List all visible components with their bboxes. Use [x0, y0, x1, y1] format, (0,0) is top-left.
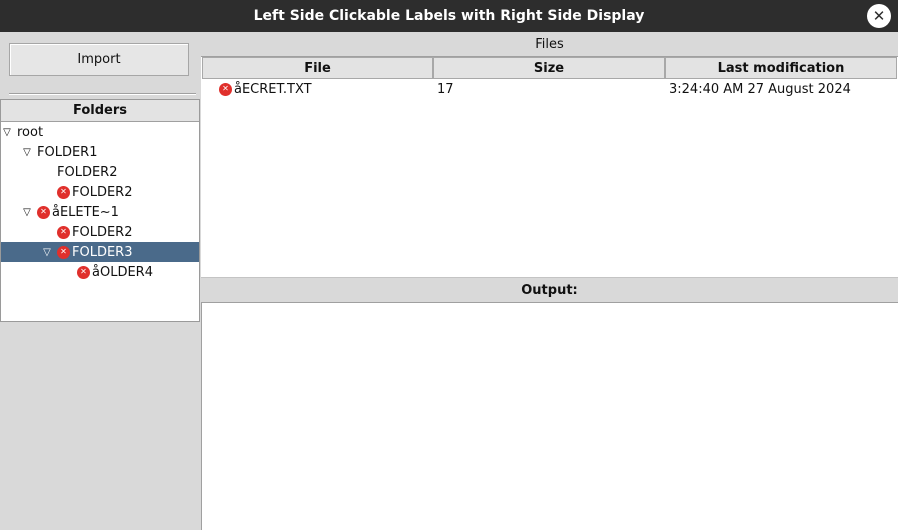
folders-tree: Folders ▽ root ▽ FOLDER1 FOLDER2 ✕ FOLDER2 ▽ ✕ åE… [0, 99, 200, 322]
output-area[interactable] [201, 302, 898, 530]
triangle-down-icon[interactable]: ▽ [1, 127, 13, 138]
separator [9, 93, 196, 95]
files-table: File Size Last modification ✕ åECRET.TXT… [201, 56, 898, 277]
column-header-file[interactable]: File [202, 57, 433, 79]
files-label: Files [535, 36, 564, 52]
file-name-cell[interactable]: ✕ åECRET.TXT [219, 80, 429, 98]
tree-item[interactable]: ▽ ✕ åELETE~1 [1, 202, 199, 222]
tree-item[interactable]: FOLDER2 [1, 162, 199, 182]
triangle-down-icon[interactable]: ▽ [21, 147, 33, 158]
tree-item-label: åOLDER4 [92, 264, 153, 280]
import-button[interactable]: Import [9, 43, 189, 76]
triangle-down-icon[interactable]: ▽ [41, 247, 53, 258]
column-header-last-modification[interactable]: Last modification [665, 57, 897, 79]
tree-item[interactable]: ▽ ✕ FOLDER3 [1, 242, 199, 262]
tree-item-label: FOLDER2 [57, 164, 118, 180]
tree-item-label: FOLDER1 [37, 144, 98, 160]
error-x-icon: ✕ [37, 205, 50, 219]
tree-item[interactable]: ✕ FOLDER2 [1, 182, 199, 202]
right-panel: Files File Size Last modification ✕ åECR… [201, 32, 898, 530]
error-x-icon: ✕ [57, 185, 70, 199]
left-panel: Import Folders ▽ root ▽ FOLDER1 FOLDER2 ✕ FOLD… [0, 32, 200, 530]
file-name: åECRET.TXT [234, 81, 312, 97]
error-x-icon: ✕ [57, 245, 70, 259]
close-icon: ✕ [872, 6, 886, 25]
error-x-icon: ✕ [77, 265, 90, 279]
file-modified-cell[interactable]: 3:24:40 AM 27 August 2024 [669, 80, 894, 98]
title-bar: Left Side Clickable Labels with Right Si… [0, 0, 898, 32]
error-x-icon: ✕ [57, 225, 70, 239]
tree-item-label: åELETE~1 [52, 204, 119, 220]
tree-item[interactable]: ▽ FOLDER1 [1, 142, 199, 162]
tree-item-label: root [17, 124, 44, 140]
tree-item[interactable]: ▽ root [1, 122, 199, 142]
triangle-down-icon[interactable]: ▽ [21, 207, 33, 218]
close-button[interactable]: ✕ [867, 4, 891, 28]
error-x-icon: ✕ [219, 82, 232, 96]
tree-item[interactable]: ✕ FOLDER2 [1, 222, 199, 242]
tree-item-label: FOLDER2 [72, 184, 133, 200]
tree-item-label: FOLDER3 [72, 244, 133, 260]
window-title: Left Side Clickable Labels with Right Si… [253, 8, 645, 24]
folders-header[interactable]: Folders [1, 100, 199, 122]
column-header-size[interactable]: Size [433, 57, 665, 79]
tree-item-label: FOLDER2 [72, 224, 133, 240]
tree-item[interactable]: ✕ åOLDER4 [1, 262, 199, 282]
file-size-cell[interactable]: 17 [437, 80, 657, 98]
output-label: Output: [201, 277, 898, 302]
